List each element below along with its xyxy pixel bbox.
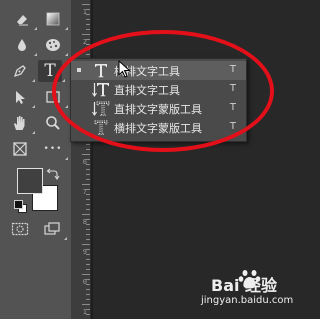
sponge-tool[interactable] <box>41 34 68 56</box>
frame-tool[interactable] <box>8 138 32 160</box>
ruler-label: 8 <box>82 218 87 226</box>
quick-mask[interactable] <box>8 218 32 240</box>
tools-panel: T ••• <box>0 0 71 319</box>
ruler-tick <box>86 234 90 235</box>
screen-mode-icon <box>44 222 60 235</box>
eraser-tool[interactable] <box>10 8 37 30</box>
ruler-tick <box>82 184 90 185</box>
ruler-tick <box>86 24 90 25</box>
ruler-label: 9 <box>82 248 87 256</box>
foreground-color-swatch[interactable] <box>17 168 43 194</box>
sponge-icon <box>46 39 60 51</box>
ruler-label: 2 <box>82 38 87 46</box>
eraser-icon <box>17 15 28 26</box>
ruler-label: 1 <box>82 8 87 16</box>
blur-tool[interactable] <box>10 34 37 56</box>
ruler-tick <box>86 169 90 170</box>
ruler-tick <box>86 29 90 30</box>
pen-icon <box>13 65 26 78</box>
ruler-tick <box>86 209 90 210</box>
ruler-tick <box>86 259 90 260</box>
ruler-tick <box>86 239 90 240</box>
ruler-tick <box>86 179 90 180</box>
baidu-jingyan-watermark: Bai 经验 jingyan.baidu.com <box>193 262 311 312</box>
pen-tool[interactable] <box>8 60 35 82</box>
ruler-tick <box>86 204 90 205</box>
default-colors-icon[interactable] <box>14 200 27 213</box>
more-tools[interactable]: ••• <box>41 138 68 160</box>
swap-colors-icon[interactable] <box>46 166 60 180</box>
ruler-label: 6 <box>82 158 87 166</box>
drop-icon <box>18 39 26 51</box>
ruler-tick <box>86 199 90 200</box>
quick-mask-icon <box>11 222 29 236</box>
ruler-tick <box>82 4 90 5</box>
hand-icon <box>14 116 25 130</box>
ruler-tick <box>82 154 90 155</box>
ruler-tick <box>86 294 90 295</box>
ruler-tick <box>82 274 90 275</box>
ruler-tick <box>82 244 90 245</box>
highlight-annotation-oval <box>52 30 274 152</box>
ruler-tick <box>82 304 90 305</box>
more-icon: ••• <box>43 144 63 154</box>
ruler-tick <box>86 19 90 20</box>
arrow-icon <box>16 91 25 104</box>
watermark-url: jingyan.baidu.com <box>201 295 294 306</box>
ruler-tick <box>86 289 90 290</box>
gradient-icon <box>46 12 60 26</box>
ruler-tick <box>86 229 90 230</box>
ruler-label: 0 <box>82 278 87 286</box>
magnifier-icon <box>46 116 60 130</box>
frame-icon <box>13 142 27 156</box>
ruler-tick <box>86 174 90 175</box>
ruler-label: 7 <box>82 188 87 196</box>
ruler-tick <box>82 34 90 35</box>
ruler-label: 1 <box>82 308 87 316</box>
ruler-tick <box>86 149 90 150</box>
ruler-tick <box>86 264 90 265</box>
gradient-tool[interactable] <box>41 8 68 30</box>
baidu-paw-icon <box>238 270 261 289</box>
ruler-tick <box>86 269 90 270</box>
ruler-tick <box>86 144 90 145</box>
hand-tool[interactable] <box>8 112 35 134</box>
path-selection-tool[interactable] <box>8 86 35 108</box>
screen-mode[interactable] <box>40 218 67 240</box>
ruler-tick <box>82 214 90 215</box>
ruler-tick <box>86 299 90 300</box>
